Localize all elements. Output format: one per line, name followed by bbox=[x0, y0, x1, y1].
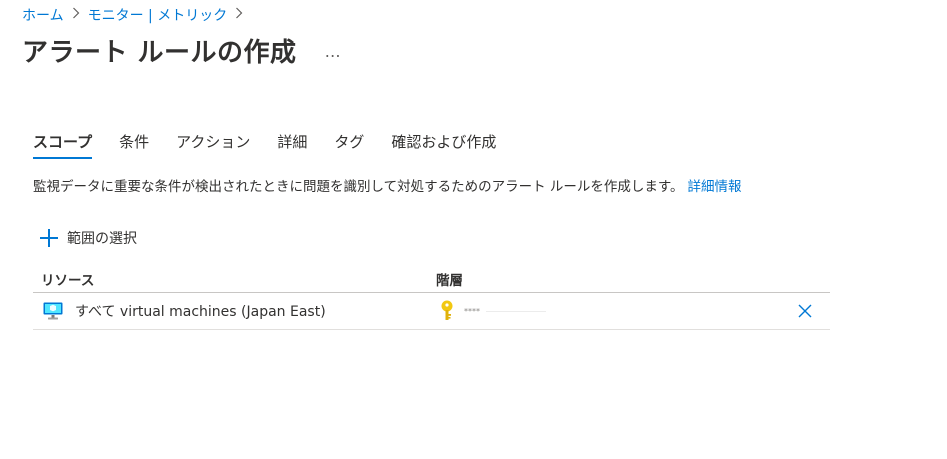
breadcrumb: ホーム モニター | メトリック bbox=[22, 5, 251, 25]
column-header-hierarchy: 階層 bbox=[436, 273, 463, 289]
plus-icon bbox=[40, 229, 58, 247]
description: 監視データに重要な条件が検出されたときに問題を識別して対処するためのアラート ル… bbox=[33, 175, 742, 195]
virtual-machine-icon bbox=[43, 302, 63, 320]
chevron-right-icon bbox=[235, 7, 243, 23]
page-title: アラート ルールの作成 bbox=[22, 38, 297, 68]
tab-tags[interactable]: タグ bbox=[334, 131, 364, 159]
select-scope-button[interactable]: 範囲の選択 bbox=[40, 228, 137, 248]
tab-condition[interactable]: 条件 bbox=[119, 131, 149, 159]
breadcrumb-monitor-metrics[interactable]: モニター | メトリック bbox=[88, 5, 228, 25]
close-icon[interactable] bbox=[790, 296, 820, 326]
hierarchy-value: **** bbox=[464, 306, 480, 316]
select-scope-label: 範囲の選択 bbox=[67, 231, 137, 247]
title-row: アラート ルールの作成 … bbox=[22, 32, 342, 69]
hierarchy-cell: **** bbox=[436, 300, 790, 322]
redacted-text bbox=[486, 310, 546, 312]
tab-bar: スコープ 条件 アクション 詳細 タグ 確認および作成 bbox=[33, 131, 523, 159]
table-row: すべて virtual machines (Japan East) **** bbox=[33, 293, 830, 330]
alert-rule-create-page: ホーム モニター | メトリック アラート ルールの作成 … スコープ 条件 ア… bbox=[0, 0, 947, 459]
breadcrumb-home[interactable]: ホーム bbox=[22, 5, 64, 25]
resource-cell: すべて virtual machines (Japan East) bbox=[33, 301, 436, 321]
scope-table: リソース 階層 すべて virtual machines (Japan East… bbox=[33, 266, 830, 330]
tab-details[interactable]: 詳細 bbox=[277, 131, 307, 159]
tab-review-create[interactable]: 確認および作成 bbox=[391, 131, 496, 159]
tab-scope[interactable]: スコープ bbox=[33, 131, 93, 159]
table-header: リソース 階層 bbox=[33, 266, 830, 293]
learn-more-link[interactable]: 詳細情報 bbox=[688, 179, 742, 195]
chevron-right-icon bbox=[72, 7, 80, 23]
column-header-resource: リソース bbox=[41, 273, 95, 289]
more-icon[interactable]: … bbox=[325, 40, 342, 61]
description-text: 監視データに重要な条件が検出されたときに問題を識別して対処するためのアラート ル… bbox=[33, 179, 684, 195]
key-icon bbox=[440, 300, 454, 322]
tab-action[interactable]: アクション bbox=[176, 131, 250, 159]
resource-name: すべて virtual machines (Japan East) bbox=[75, 304, 326, 320]
